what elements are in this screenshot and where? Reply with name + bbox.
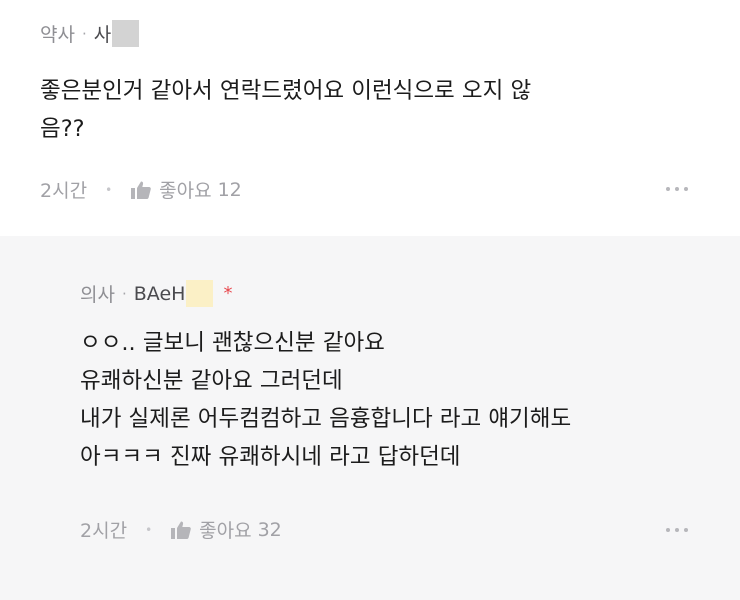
reply-card: 의사 · BAeH * ㅇㅇ.. 글보니 괜찮으신분 같아요 유쾌하신분 같아요… — [0, 236, 740, 600]
like-button[interactable]: 좋아요 12 — [130, 176, 242, 203]
comment-footer: 2시간 • 좋아요 12 — [40, 176, 242, 203]
author-nickname[interactable]: BAeH — [134, 283, 186, 305]
nickname-redaction — [186, 280, 214, 307]
reply-footer: 2시간 • 좋아요 32 — [80, 516, 282, 543]
comment-author-meta: 약사 · 사 — [40, 20, 140, 47]
reply-body-line: 유쾌하신분 같아요 그러던데 — [80, 368, 343, 394]
reply-time: 2시간 — [80, 520, 128, 542]
more-dots-icon[interactable] — [666, 187, 688, 191]
more-dots-icon[interactable] — [666, 528, 688, 532]
like-count: 32 — [257, 518, 282, 541]
footer-separator: • — [105, 182, 113, 197]
like-label: 좋아요 — [159, 180, 212, 202]
reply-body: ㅇㅇ.. 글보니 괜찮으신분 같아요 유쾌하신분 같아요 그러던데 내가 실제론… — [80, 324, 720, 476]
reply-body-line: 아ㅋㅋㅋ 진짜 유쾌하시네 라고 답하던데 — [80, 444, 461, 470]
author-nickname[interactable]: 사 — [94, 20, 111, 47]
like-count: 12 — [217, 178, 242, 201]
meta-separator: · — [121, 284, 127, 303]
comment-card: 약사 · 사 좋은분인거 같아서 연락드렸어요 이런식으로 오지 않 음?? 2… — [0, 0, 740, 236]
like-label: 좋아요 — [199, 520, 252, 542]
comment-body: 좋은분인거 같아서 연락드렸어요 이런식으로 오지 않 음?? — [40, 72, 690, 148]
reply-body-line: 내가 실제론 어두컴컴하고 음흉합니다 라고 얘기해도 — [80, 406, 572, 432]
comment-time: 2시간 — [40, 180, 88, 202]
thumbs-up-icon — [131, 181, 151, 199]
reply-author-meta: 의사 · BAeH * — [80, 280, 232, 307]
author-role: 의사 — [80, 284, 115, 306]
meta-separator: · — [81, 24, 87, 43]
reply-body-line: ㅇㅇ.. 글보니 괜찮으신분 같아요 — [80, 330, 385, 356]
footer-separator: • — [145, 522, 153, 537]
author-role: 약사 — [40, 24, 75, 46]
thumbs-up-icon — [171, 521, 191, 539]
comment-body-line: 좋은분인거 같아서 연락드렸어요 이런식으로 오지 않 — [40, 78, 532, 104]
nickname-redaction — [112, 20, 140, 47]
author-mark: * — [223, 283, 233, 304]
like-button[interactable]: 좋아요 32 — [170, 516, 282, 543]
comment-body-line: 음?? — [40, 116, 85, 142]
